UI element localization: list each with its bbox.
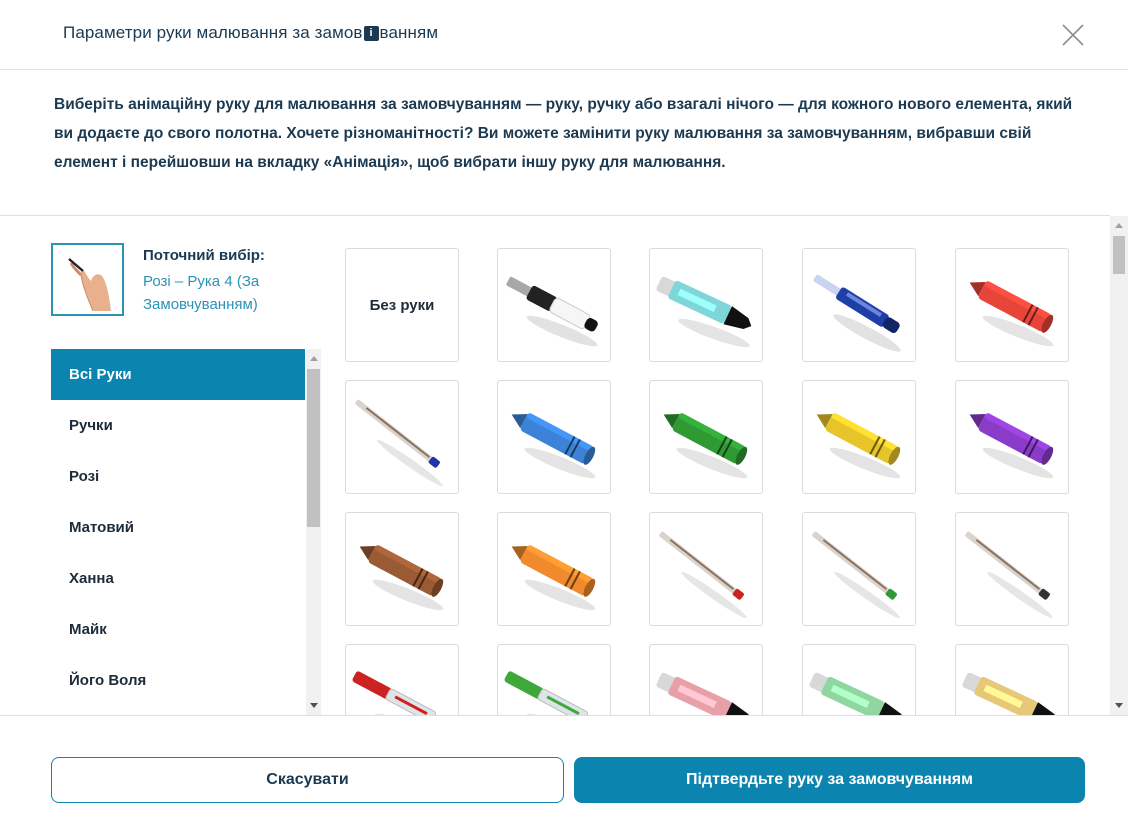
tile-pen-clear[interactable] — [345, 644, 459, 715]
tile-marker[interactable] — [802, 644, 916, 715]
tile-crayon[interactable] — [955, 248, 1069, 362]
grid-scrollbar[interactable] — [1110, 216, 1128, 715]
marker-icon — [656, 672, 752, 715]
current-selection-label: Поточний вибір: — [143, 247, 265, 264]
crayon-icon — [969, 281, 1054, 347]
category-item[interactable]: Його Воля — [51, 655, 305, 706]
category-item[interactable]: Розі — [51, 451, 305, 502]
title-text-end: ванням — [379, 23, 439, 42]
grid-scrollbar-thumb[interactable] — [1113, 236, 1125, 274]
tile-pen-blue[interactable] — [802, 248, 916, 362]
tile-crayon[interactable] — [802, 380, 916, 494]
crayon-icon — [663, 413, 748, 479]
current-hand-thumbnail — [51, 243, 124, 316]
ballpoint-icon — [355, 399, 443, 487]
current-selection: Поточний вибір: Розі – Рука 4 (За Замовч… — [51, 243, 305, 323]
category-item[interactable]: Всі Руки — [51, 349, 305, 400]
pen-clear-icon — [504, 671, 598, 715]
footer-divider — [0, 715, 1128, 716]
close-icon[interactable] — [1060, 22, 1086, 48]
category-item[interactable]: Матовий — [51, 502, 305, 553]
scroll-down-icon[interactable] — [1115, 703, 1123, 708]
tile-no-hand[interactable]: Без руки — [345, 248, 459, 362]
scroll-up-icon[interactable] — [310, 356, 318, 361]
crayon-icon — [359, 545, 444, 611]
title-text-start: Параметри руки малювання за замов — [63, 23, 363, 42]
category-list: Всі Руки Ручки Розі Матовий Ханна Майк Його Во… — [51, 349, 305, 715]
tile-no-hand-label: Без руки — [369, 296, 435, 314]
pen-clear-icon — [352, 671, 446, 715]
dialog-description: Виберіть анімаційну руку для малювання з… — [54, 96, 1073, 171]
tile-crayon[interactable] — [497, 512, 611, 626]
pen-white-icon — [506, 276, 598, 347]
tile-crayon[interactable] — [649, 380, 763, 494]
ballpoint-icon — [965, 531, 1053, 619]
crayon-icon — [511, 413, 596, 479]
tile-ballpoint[interactable] — [345, 380, 459, 494]
category-item[interactable]: Ручки — [51, 400, 305, 451]
category-scrollbar-thumb[interactable] — [307, 369, 320, 527]
pen-blue-icon — [813, 274, 901, 352]
tile-crayon[interactable] — [497, 380, 611, 494]
tile-marker[interactable] — [649, 644, 763, 715]
cancel-button[interactable]: Скасувати — [51, 757, 564, 803]
tile-crayon[interactable] — [345, 512, 459, 626]
ballpoint-icon — [812, 531, 900, 619]
current-selection-value: Розі – Рука 4 (За Замовчуванням) — [143, 273, 260, 313]
crayon-icon — [511, 545, 596, 611]
marker-icon — [962, 672, 1058, 715]
category-item[interactable]: Майк — [51, 604, 305, 655]
category-scrollbar[interactable] — [306, 349, 321, 715]
tile-crayon[interactable] — [955, 380, 1069, 494]
scroll-down-icon[interactable] — [310, 703, 318, 708]
dialog-header: Параметри руки малювання за замов i ванням — [0, 0, 1128, 70]
info-icon[interactable]: i — [363, 26, 379, 41]
crayon-icon — [969, 413, 1054, 479]
marker-icon — [656, 276, 752, 348]
scroll-up-icon[interactable] — [1115, 223, 1123, 228]
tile-ballpoint[interactable] — [802, 512, 916, 626]
tile-marker[interactable] — [955, 644, 1069, 715]
tile-pen-white[interactable] — [497, 248, 611, 362]
tile-ballpoint[interactable] — [649, 512, 763, 626]
hand-grid: Без руки — [330, 216, 1110, 715]
category-item[interactable]: Ханна — [51, 553, 305, 604]
tile-marker[interactable] — [649, 248, 763, 362]
marker-icon — [809, 672, 905, 715]
tile-ballpoint[interactable] — [955, 512, 1069, 626]
crayon-icon — [816, 413, 901, 479]
dialog-title: Параметри руки малювання за замов i ванням — [63, 23, 438, 43]
tile-pen-clear[interactable] — [497, 644, 611, 715]
ballpoint-icon — [659, 531, 747, 619]
confirm-default-hand-button[interactable]: Підтвердьте руку за замовчуванням — [574, 757, 1085, 803]
